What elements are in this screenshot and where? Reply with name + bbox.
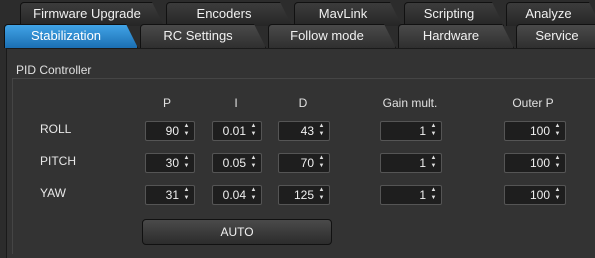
roll-d-spinbox[interactable]: 43 ▲ ▼ [278,121,330,141]
tab-stabilization[interactable]: Stabilization [4,24,138,48]
spin-down-icon[interactable]: ▼ [555,195,561,203]
spin-down-icon[interactable]: ▼ [184,195,190,203]
spin-down-icon[interactable]: ▼ [431,195,437,203]
spin-arrows[interactable]: ▲ ▼ [428,186,439,204]
spin-arrows[interactable]: ▲ ▼ [248,186,259,204]
spin-arrows[interactable]: ▲ ▼ [181,186,192,204]
tab-bar-back-row: Firmware Upgrade Encoders MavLink Script… [0,2,595,26]
tab-analyze[interactable]: Analyze [506,2,595,26]
column-header-gain-mult: Gain mult. [382,96,438,110]
spin-down-icon[interactable]: ▼ [184,163,190,171]
spin-up-icon[interactable]: ▲ [251,155,257,163]
spin-up-icon[interactable]: ▲ [319,123,325,131]
pitch-outer-p-spinbox[interactable]: 100 ▲ ▼ [504,153,566,173]
spin-down-icon[interactable]: ▼ [251,163,257,171]
spin-down-icon[interactable]: ▼ [251,195,257,203]
spin-arrows[interactable]: ▲ ▼ [552,122,563,140]
spin-arrows[interactable]: ▲ ▼ [248,122,259,140]
roll-i-spinbox[interactable]: 0.01 ▲ ▼ [212,121,262,141]
spin-down-icon[interactable]: ▼ [431,131,437,139]
spin-arrows[interactable]: ▲ ▼ [552,154,563,172]
spin-arrows[interactable]: ▲ ▼ [552,186,563,204]
spin-down-icon[interactable]: ▼ [555,163,561,171]
column-header-i: I [234,96,238,110]
yaw-gain-mult-spinbox[interactable]: 1 ▲ ▼ [380,185,442,205]
spin-up-icon[interactable]: ▲ [431,187,437,195]
column-header-outer-p: Outer P [512,96,554,110]
yaw-outer-p-spinbox[interactable]: 100 ▲ ▼ [504,185,566,205]
spinbox-value: 100 [529,124,550,138]
spin-down-icon[interactable]: ▼ [319,163,325,171]
spinbox-value: 30 [165,156,179,170]
spinbox-value: 70 [300,156,314,170]
spin-arrows[interactable]: ▲ ▼ [316,186,327,204]
roll-outer-p-spinbox[interactable]: 100 ▲ ▼ [504,121,566,141]
spin-up-icon[interactable]: ▲ [251,123,257,131]
spin-arrows[interactable]: ▲ ▼ [248,154,259,172]
tab-follow-mode[interactable]: Follow mode [268,24,396,48]
tab-scripting[interactable]: Scripting [404,2,504,26]
tab-bar-front-row: Stabilization RC Settings Follow mode Ha… [0,24,595,48]
spinbox-value: 0.04 [222,188,246,202]
spinbox-value: 0.05 [222,156,246,170]
spin-up-icon[interactable]: ▲ [184,187,190,195]
spinbox-value: 0.01 [222,124,246,138]
row-label-pitch: PITCH [40,154,76,168]
spin-arrows[interactable]: ▲ ▼ [428,154,439,172]
spin-arrows[interactable]: ▲ ▼ [316,154,327,172]
row-label-yaw: YAW [40,186,66,200]
spin-up-icon[interactable]: ▲ [184,123,190,131]
tab-firmware-upgrade[interactable]: Firmware Upgrade [20,2,164,26]
spin-arrows[interactable]: ▲ ▼ [316,122,327,140]
tab-rc-settings[interactable]: RC Settings [140,24,266,48]
spin-up-icon[interactable]: ▲ [251,187,257,195]
tab-service[interactable]: Service [516,24,595,48]
spinbox-value: 125 [293,188,314,202]
spin-up-icon[interactable]: ▲ [555,123,561,131]
spin-up-icon[interactable]: ▲ [431,123,437,131]
spin-up-icon[interactable]: ▲ [319,187,325,195]
spinbox-value: 31 [165,188,179,202]
pitch-i-spinbox[interactable]: 0.05 ▲ ▼ [212,153,262,173]
spin-down-icon[interactable]: ▼ [555,131,561,139]
pid-group-title: PID Controller [16,63,92,77]
spin-down-icon[interactable]: ▼ [184,131,190,139]
spin-up-icon[interactable]: ▲ [555,155,561,163]
spinbox-value: 1 [419,124,426,138]
spinbox-value: 100 [529,188,550,202]
spin-down-icon[interactable]: ▼ [319,131,325,139]
yaw-i-spinbox[interactable]: 0.04 ▲ ▼ [212,185,262,205]
spin-arrows[interactable]: ▲ ▼ [181,154,192,172]
tab-encoders[interactable]: Encoders [166,2,292,26]
spin-arrows[interactable]: ▲ ▼ [428,122,439,140]
yaw-d-spinbox[interactable]: 125 ▲ ▼ [278,185,330,205]
roll-gain-mult-spinbox[interactable]: 1 ▲ ▼ [380,121,442,141]
column-header-d: D [298,96,308,110]
spin-arrows[interactable]: ▲ ▼ [181,122,192,140]
roll-p-spinbox[interactable]: 90 ▲ ▼ [145,121,195,141]
auto-button[interactable]: AUTO [142,219,332,245]
spin-down-icon[interactable]: ▼ [251,131,257,139]
yaw-p-spinbox[interactable]: 31 ▲ ▼ [145,185,195,205]
spinbox-value: 90 [165,124,179,138]
row-label-roll: ROLL [40,122,72,136]
spin-down-icon[interactable]: ▼ [319,195,325,203]
spin-up-icon[interactable]: ▲ [555,187,561,195]
spin-up-icon[interactable]: ▲ [319,155,325,163]
tab-mavlink[interactable]: MavLink [294,2,402,26]
tab-hardware[interactable]: Hardware [398,24,514,48]
spin-down-icon[interactable]: ▼ [431,163,437,171]
spinbox-value: 100 [529,156,550,170]
pitch-gain-mult-spinbox[interactable]: 1 ▲ ▼ [380,153,442,173]
spinbox-value: 1 [419,156,426,170]
spin-up-icon[interactable]: ▲ [184,155,190,163]
spinbox-value: 43 [300,124,314,138]
spinbox-value: 1 [419,188,426,202]
pitch-d-spinbox[interactable]: 70 ▲ ▼ [278,153,330,173]
column-header-p: P [162,96,171,110]
spin-up-icon[interactable]: ▲ [431,155,437,163]
pitch-p-spinbox[interactable]: 30 ▲ ▼ [145,153,195,173]
